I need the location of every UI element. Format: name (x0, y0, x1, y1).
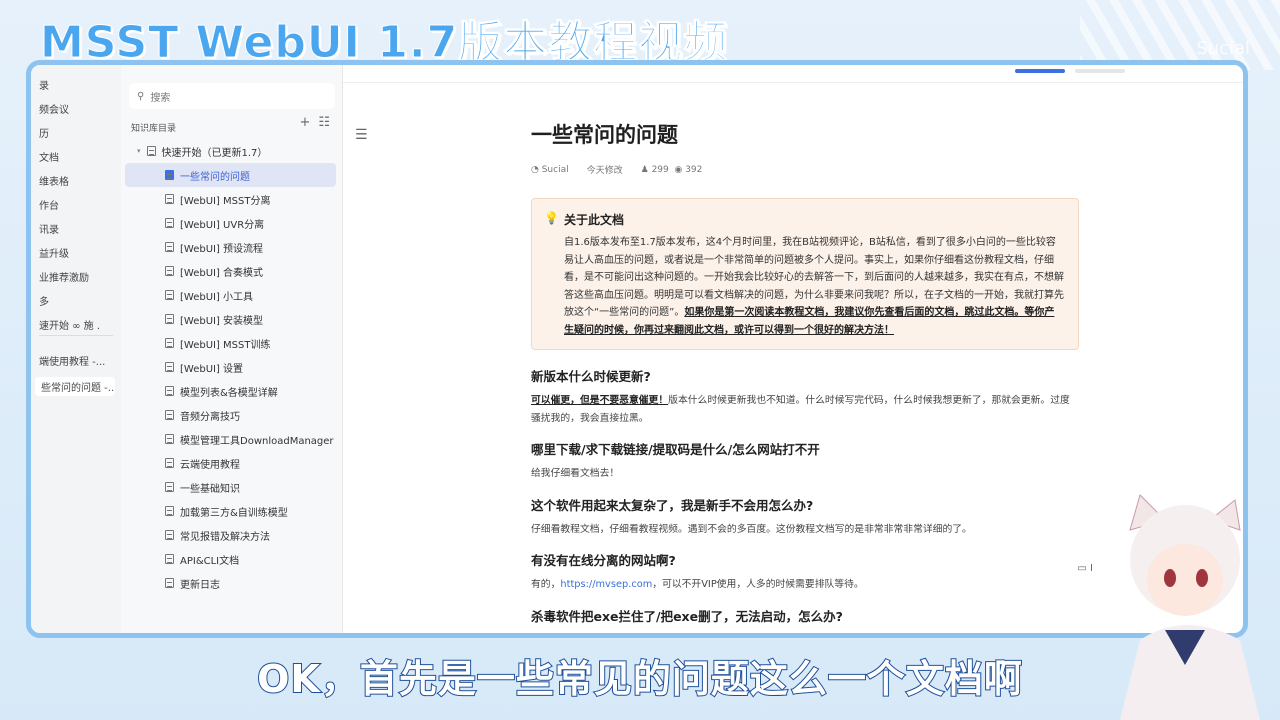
app-nav-item[interactable]: 益升级 (39, 245, 69, 260)
collapse-icon[interactable]: ▾ (137, 147, 141, 155)
doc-title: 一些常问的问题 (531, 123, 678, 147)
tree-item[interactable]: 更新日志 (125, 571, 336, 595)
tree-item[interactable]: [WebUI] MSST训练 (125, 331, 336, 355)
question-heading: 哪里下载/求下载链接/提取码是什么/怎么网站打不开 (531, 442, 820, 457)
faq-section: 新版本什么时候更新? 可以催更，但是不要恶意催更！版本什么时候更新我也不知道。什么… (531, 366, 1079, 427)
app-nav-item[interactable]: 些常问的问题 -... (35, 377, 115, 396)
doc-meta: ◔ Sucial 今天修改 ♟ 299 ◉ 392 (531, 163, 1079, 177)
video-subtitle: OK，首先是一些常见的问题这么一个文档啊 (256, 656, 1023, 702)
tree-item[interactable]: [WebUI] 小工具 (125, 283, 336, 307)
tree-item[interactable]: [WebUI] 安装模型 (125, 307, 336, 331)
tree-item[interactable]: [WebUI] UVR分离 (125, 211, 336, 235)
doc-icon (165, 530, 174, 540)
tree-item[interactable]: API&CLI文档 (125, 547, 336, 571)
app-nav-item[interactable]: 速开始 ∞ 施 . (39, 317, 100, 332)
tree-item[interactable]: 一些基础知识 (125, 475, 336, 499)
app-nav-item[interactable]: 讯录 (39, 221, 59, 236)
knowledge-sidebar: ⚲ 搜索 知识库目录 + ☷ ▾ 快速开始（已更新1.7） 一些常问的问题 [WebUI… (121, 65, 343, 633)
add-icon[interactable]: + (299, 115, 310, 130)
answer: 给我仔细看文档去！ (531, 468, 620, 479)
doc-icon (165, 506, 174, 516)
doc-icon (165, 458, 174, 468)
faq-section: 哪里下载/求下载链接/提取码是什么/怎么网站打不开给我仔细看文档去！ (531, 439, 1079, 483)
callout-title: 关于此文档 (564, 213, 625, 227)
tree-item[interactable]: 一些常问的问题 (125, 163, 336, 187)
answer: 有的，https://mvsep.com，可以不开VIP使用，人多的时候需要排队… (531, 579, 864, 590)
tree-item[interactable]: 音频分离技巧 (125, 403, 336, 427)
stats: ♟ 299 ◉ 392 (640, 164, 703, 175)
app-nav-item[interactable]: 业推荐激励 (39, 269, 89, 284)
app-window: 录频会议历文档维表格作台讯录益升级业推荐激励多速开始 ∞ 施 . 端使用教程 -.… (26, 60, 1248, 638)
doc-icon (146, 146, 156, 156)
comment-icon[interactable]: ▭ I (1077, 563, 1093, 574)
tree-item[interactable]: [WebUI] 合奏模式 (125, 259, 336, 283)
doc-icon (165, 434, 174, 444)
tree-item[interactable]: [WebUI] 设置 (125, 355, 336, 379)
answer: 仔细看教程文档，仔细看教程视频。遇到不会的多百度。这份教程文档写的是非常非常非常… (531, 523, 972, 535)
callout-text: 自1.6版本发布至1.7版本发布，这4个月时间里，我在B站视频评论，B站私信，看… (564, 237, 1064, 336)
watermark: Sucial (1196, 38, 1250, 59)
app-nav-item[interactable]: 维表格 (39, 173, 69, 188)
doc-icon (165, 554, 174, 564)
app-nav: 录频会议历文档维表格作台讯录益升级业推荐激励多速开始 ∞ 施 . 端使用教程 -.… (31, 65, 121, 633)
lightbulb-icon: 💡 (544, 211, 559, 225)
app-nav-item[interactable]: 端使用教程 -... (39, 353, 105, 368)
app-nav-item[interactable]: 历 (39, 125, 49, 140)
doc-icon (165, 218, 174, 228)
faq-section: 杀毒软件把exe拦住了/把exe删了，无法启动，怎么办? (531, 606, 1079, 625)
doc-icon (165, 338, 174, 348)
modified: 今天修改 (586, 166, 623, 176)
doc-icon (165, 578, 174, 588)
author[interactable]: ◔ Sucial (531, 165, 569, 175)
doc-icon (165, 266, 174, 276)
app-nav-item[interactable]: 多 (39, 293, 49, 308)
more-button[interactable] (1075, 69, 1125, 73)
faq-section: 这个软件用起来太复杂了，我是新手不会用怎么办? 仔细看教程文档，仔细看教程视频。遇… (531, 495, 1079, 539)
faq-section: 有没有在线分离的网站啊? 有的，https://mvsep.com，可以不开VIP… (531, 550, 1079, 594)
doc-tree: ▾ 快速开始（已更新1.7） 一些常问的问题 [WebUI] MSST分离 [WebU… (121, 139, 342, 595)
app-nav-item[interactable]: 文档 (39, 149, 59, 164)
divider (39, 335, 113, 336)
doc-icon (165, 362, 174, 372)
tree-root[interactable]: ▾ 快速开始（已更新1.7） (125, 139, 336, 163)
doc-icon (165, 314, 174, 324)
share-button[interactable] (1015, 69, 1065, 73)
mvsep-link[interactable]: https://mvsep.com (560, 579, 652, 590)
toc-icon[interactable]: ☰ (355, 127, 368, 143)
question-heading: 有没有在线分离的网站啊? (531, 553, 676, 568)
question-heading: 新版本什么时候更新? (531, 369, 651, 384)
doc-icon (165, 194, 174, 204)
app-nav-item[interactable]: 频会议 (39, 101, 69, 116)
doc-icon (165, 242, 174, 252)
tree-item[interactable]: 模型列表&各模型详解 (125, 379, 336, 403)
tree-item[interactable]: [WebUI] 预设流程 (125, 235, 336, 259)
doc-icon (165, 170, 174, 180)
callout: 💡 关于此文档 自1.6版本发布至1.7版本发布，这4个月时间里，我在B站视频评… (531, 198, 1079, 350)
tree-item[interactable]: 常见报错及解决方法 (125, 523, 336, 547)
tree-item[interactable]: [WebUI] MSST分离 (125, 187, 336, 211)
list-toggle-icon[interactable]: ☷ (318, 115, 330, 130)
doc-icon (165, 410, 174, 420)
tree-item[interactable]: 云端使用教程 (125, 451, 336, 475)
doc-icon (165, 482, 174, 492)
tree-item[interactable]: 加载第三方&自训练模型 (125, 499, 336, 523)
search-input[interactable]: ⚲ 搜索 (129, 83, 335, 109)
doc-icon (165, 290, 174, 300)
question-heading: 这个软件用起来太复杂了，我是新手不会用怎么办? (531, 497, 814, 513)
doc-main: ☰ 一些常问的问题 ◔ Sucial 今天修改 ♟ 299 ◉ 392 💡 关于… (343, 65, 1243, 633)
app-nav-item[interactable]: 作台 (39, 197, 59, 212)
kb-header: 知识库目录 (131, 124, 177, 134)
tree-item[interactable]: 模型管理工具DownloadManager (125, 427, 336, 451)
answer: 可以催更，但是不要恶意催更！版本什么时候更新我也不知道。什么时候写完代码，什么时… (531, 395, 1070, 424)
doc-icon (165, 386, 174, 396)
question-heading: 杀毒软件把exe拦住了/把exe删了，无法启动，怎么办? (531, 608, 843, 624)
app-nav-item[interactable]: 录 (39, 77, 49, 92)
search-icon: ⚲ (137, 90, 145, 102)
top-bar (343, 65, 1243, 83)
